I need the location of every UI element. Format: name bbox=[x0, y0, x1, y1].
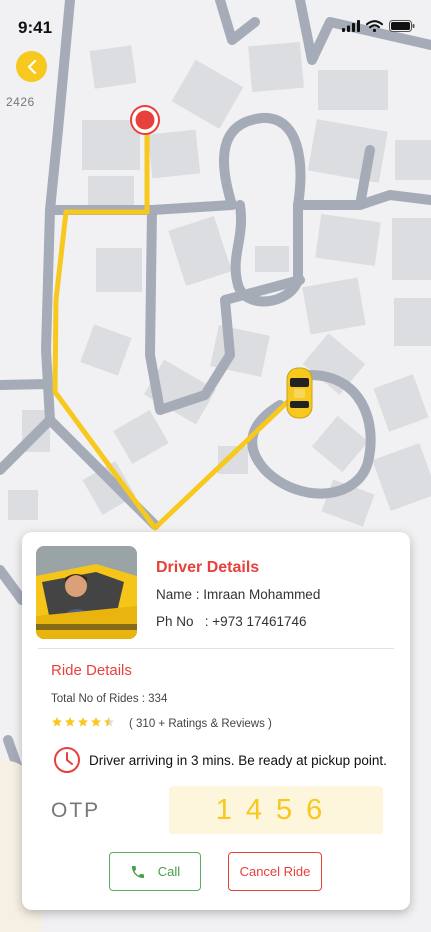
rating-stars bbox=[51, 716, 115, 728]
cancel-ride-label: Cancel Ride bbox=[239, 864, 311, 879]
driver-phone-row: Ph No : +973 17461746 bbox=[156, 614, 307, 629]
taxi-car-icon bbox=[286, 367, 313, 419]
driver-phone-number[interactable]: : +973 17461746 bbox=[205, 614, 307, 629]
driver-phone-label: Ph No bbox=[156, 614, 194, 629]
driver-info-card: Driver Details Name : Imraan Mohammed Ph… bbox=[22, 532, 410, 910]
ride-details-title: Ride Details bbox=[51, 662, 132, 679]
signal-icon bbox=[342, 20, 360, 32]
back-button[interactable] bbox=[16, 51, 47, 82]
call-button-label: Call bbox=[157, 864, 181, 879]
otp-label: OTP bbox=[51, 799, 101, 822]
half-star-icon bbox=[104, 717, 114, 727]
driver-name: Imraan Mohammed bbox=[203, 587, 321, 602]
total-rides: Total No of Rides : 334 bbox=[51, 693, 168, 705]
star-icon bbox=[65, 717, 75, 727]
otp-code: 1456 bbox=[169, 786, 383, 834]
road-number-label: 2426 bbox=[4, 95, 37, 109]
driver-name-label: Name : bbox=[156, 587, 200, 602]
driver-details-title: Driver Details bbox=[156, 559, 260, 576]
status-icons bbox=[342, 20, 415, 32]
wifi-icon bbox=[366, 20, 383, 32]
star-icon bbox=[91, 717, 101, 727]
call-button[interactable]: Call bbox=[109, 852, 201, 891]
card-divider bbox=[38, 648, 394, 649]
driver-name-row: Name : Imraan Mohammed bbox=[156, 587, 320, 602]
battery-icon bbox=[389, 20, 415, 32]
clock-icon bbox=[54, 747, 80, 773]
back-chevron-icon bbox=[27, 59, 36, 74]
star-icon bbox=[52, 717, 62, 727]
arrival-message: Driver arriving in 3 mins. Be ready at p… bbox=[89, 752, 387, 768]
status-bar: 9:41 bbox=[0, 0, 431, 52]
rating-text: ( 310 + Ratings & Reviews ) bbox=[129, 718, 272, 730]
driver-photo bbox=[36, 546, 137, 639]
status-time: 9:41 bbox=[18, 18, 53, 37]
star-icon bbox=[78, 717, 88, 727]
phone-icon bbox=[131, 865, 144, 878]
cancel-ride-button[interactable]: Cancel Ride bbox=[228, 852, 322, 891]
arrival-notice: Driver arriving in 3 mins. Be ready at p… bbox=[53, 746, 387, 774]
